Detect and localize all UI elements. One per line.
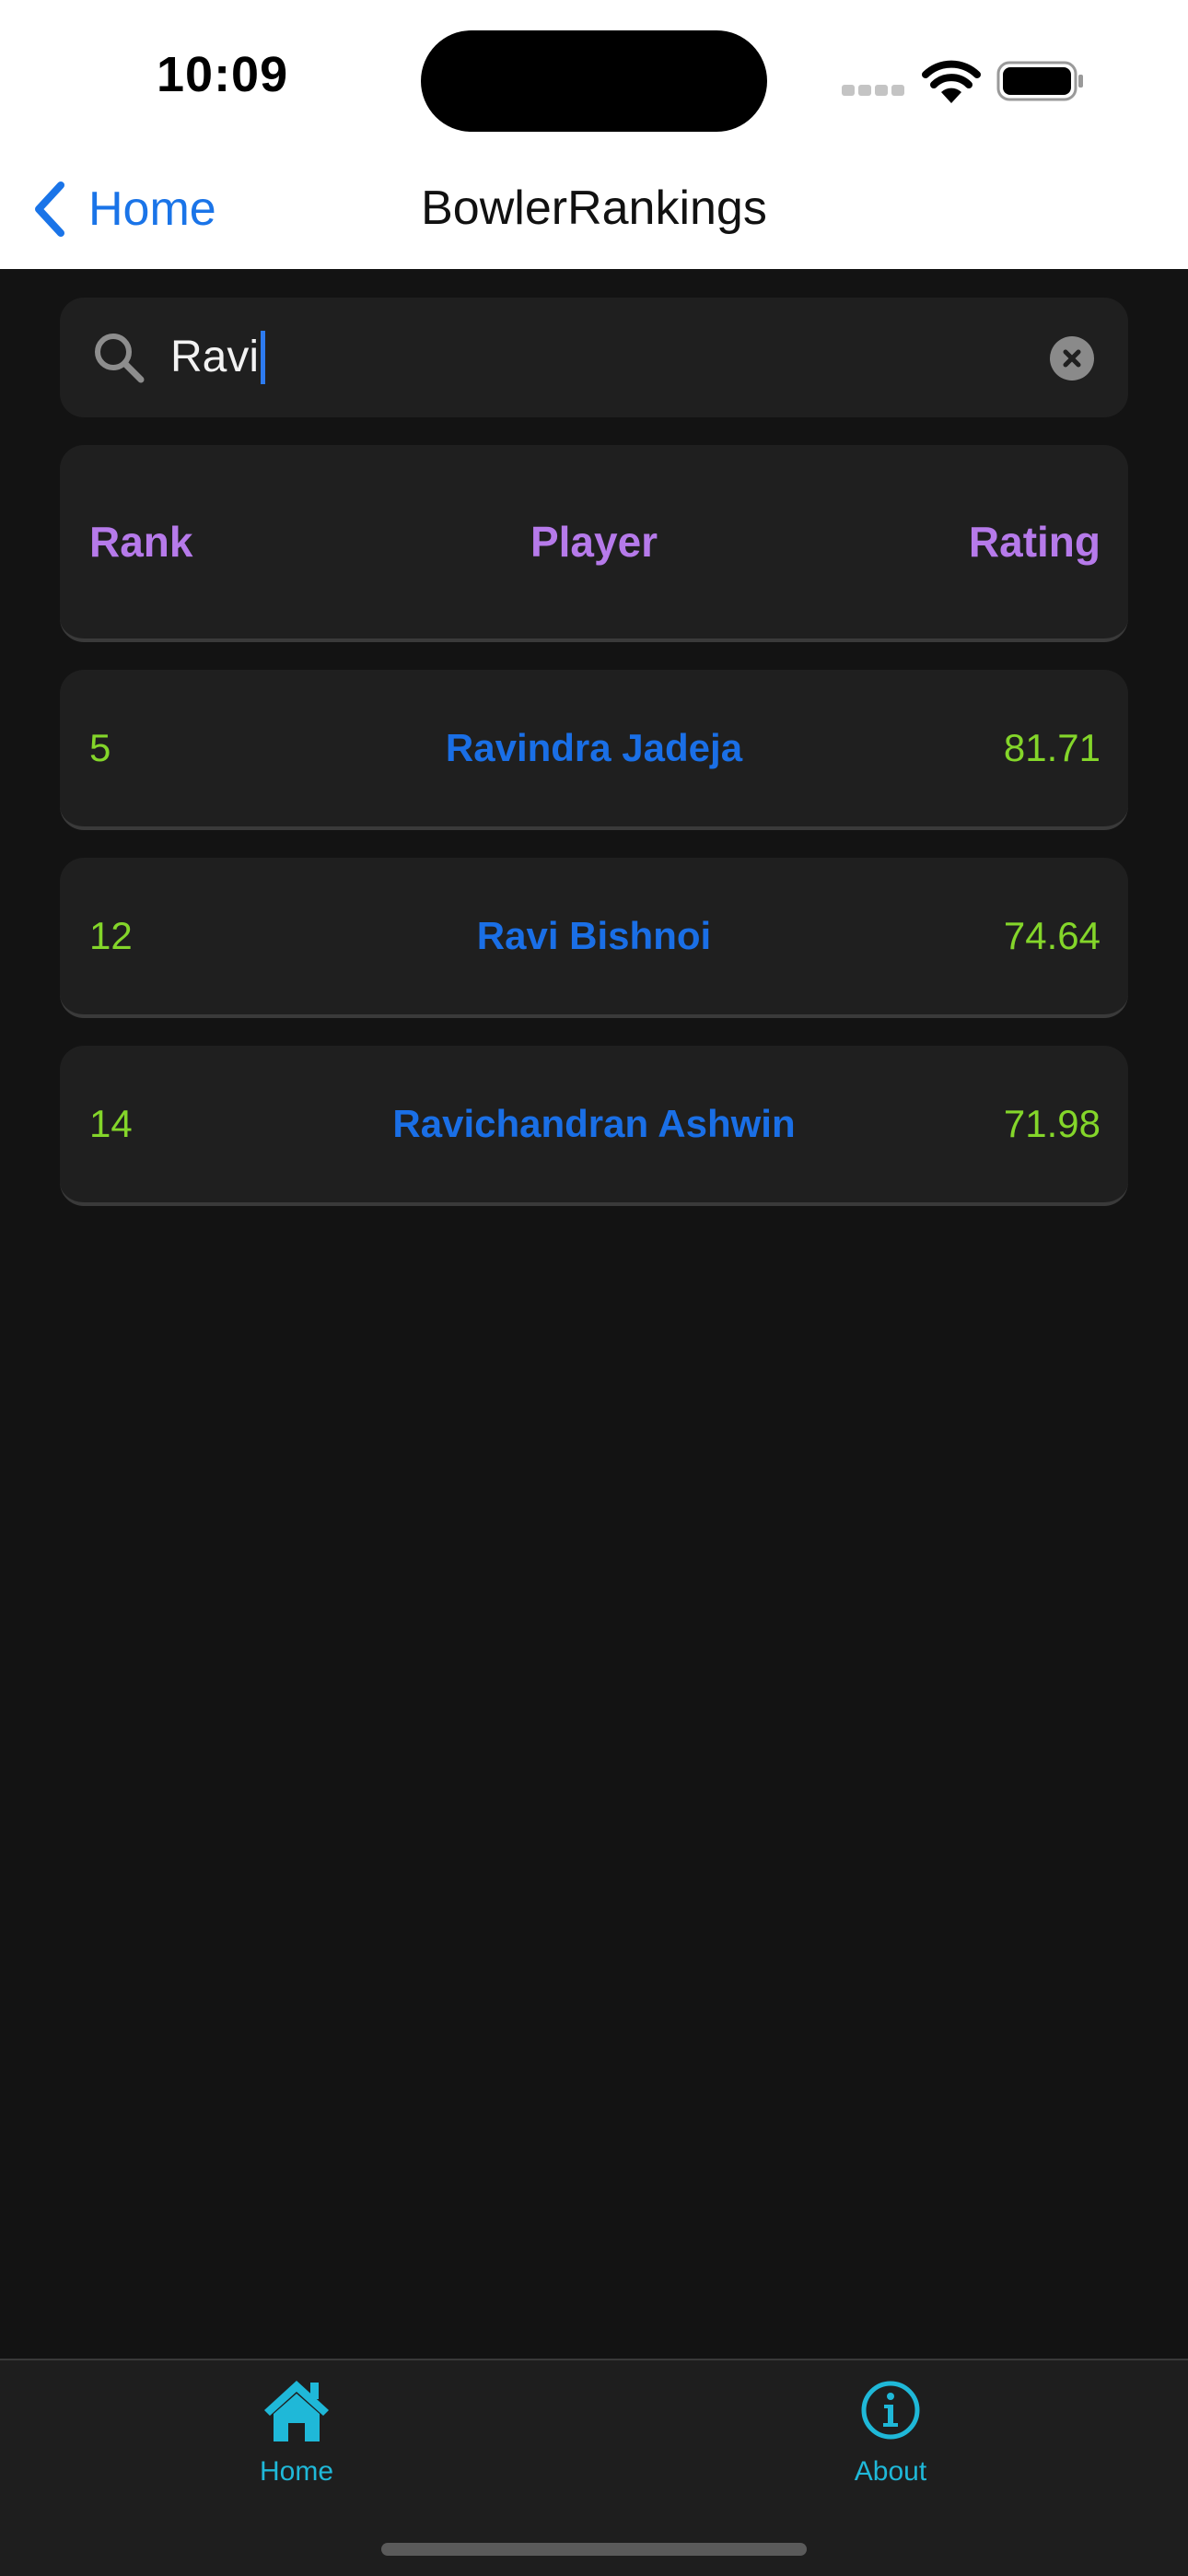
house-icon	[264, 2381, 329, 2441]
screen: 10:09 Home BowlerRankings Ravi Rank Play…	[0, 0, 1188, 2576]
search-input[interactable]: Ravi	[170, 325, 266, 390]
wifi-icon	[922, 60, 981, 103]
table-row[interactable]: 14 Ravichandran Ashwin 71.98	[60, 1046, 1128, 1206]
tab-home[interactable]: Home	[177, 2377, 416, 2515]
top-bar: 10:09 Home BowlerRankings	[0, 0, 1188, 269]
page-title: BowlerRankings	[421, 181, 767, 235]
tab-about-label: About	[854, 2456, 927, 2487]
rank-cell: 14	[89, 1102, 133, 1145]
player-cell: Ravichandran Ashwin	[392, 1102, 796, 1145]
rating-column-header: Rating	[968, 518, 1101, 566]
dynamic-island	[421, 30, 767, 132]
rating-cell: 71.98	[1003, 1102, 1101, 1145]
text-cursor	[261, 331, 266, 384]
info-icon	[861, 2381, 920, 2440]
tab-home-label: Home	[259, 2456, 334, 2487]
close-icon	[1063, 349, 1081, 368]
table-header: Rank Player Rating	[60, 445, 1128, 642]
search-bar[interactable]: Ravi	[60, 298, 1128, 417]
player-cell: Ravindra Jadeja	[445, 726, 743, 769]
table-row[interactable]: 12 Ravi Bishnoi 74.64	[60, 858, 1128, 1018]
search-icon	[95, 334, 145, 383]
clear-search-button[interactable]	[1050, 336, 1094, 381]
battery-icon	[996, 61, 1083, 101]
cellular-signal-icon	[842, 85, 904, 96]
rank-cell: 5	[89, 726, 111, 769]
rating-cell: 74.64	[1003, 914, 1101, 957]
rating-cell: 81.71	[1003, 726, 1101, 769]
tab-about[interactable]: About	[771, 2377, 1010, 2515]
home-indicator[interactable]	[381, 2543, 807, 2556]
status-time: 10:09	[157, 47, 289, 102]
rank-column-header: Rank	[89, 518, 193, 566]
rank-cell: 12	[89, 914, 133, 957]
table-row[interactable]: 5 Ravindra Jadeja 81.71	[60, 670, 1128, 830]
player-cell: Ravi Bishnoi	[476, 914, 712, 957]
search-input-value: Ravi	[170, 333, 260, 381]
